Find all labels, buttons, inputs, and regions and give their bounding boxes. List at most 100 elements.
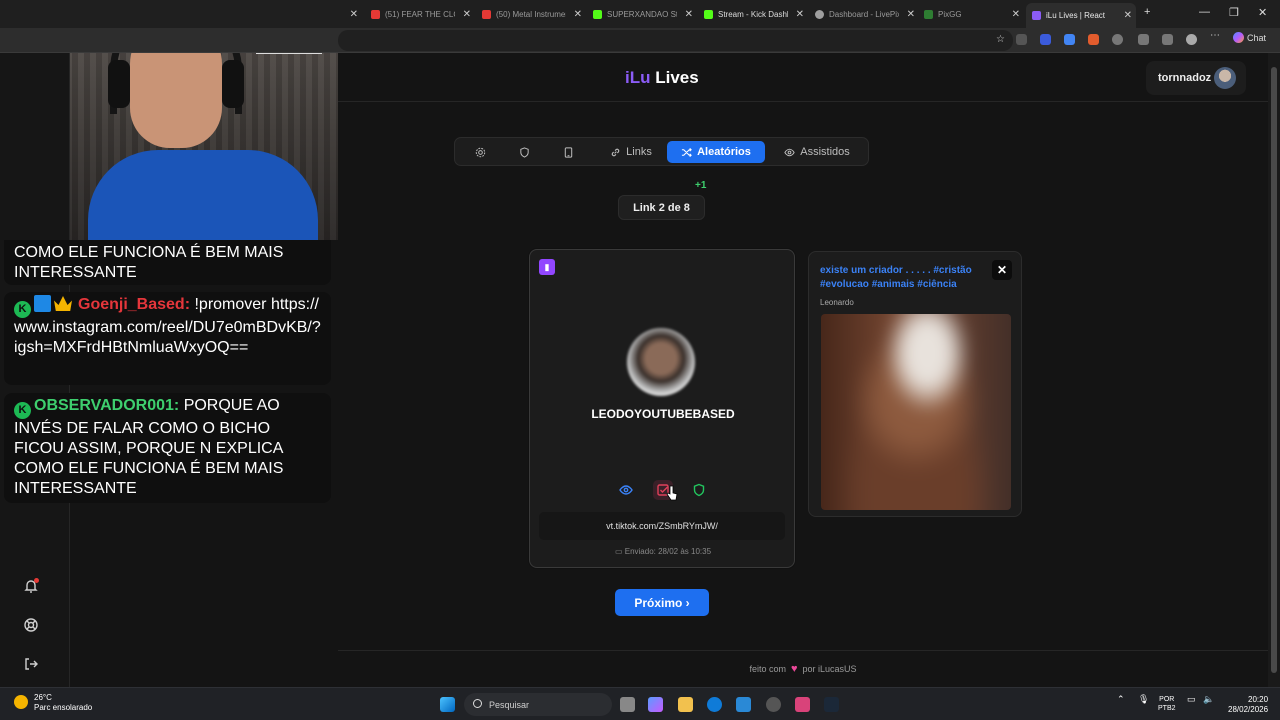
tab-saved[interactable] [555, 141, 581, 163]
support-icon[interactable] [23, 617, 39, 633]
video-preview: existe um criador . . . . . #cristão #ev… [808, 251, 1022, 517]
gear-icon [475, 147, 485, 157]
tab-moderation[interactable] [511, 141, 537, 163]
plus-one-badge: +1 [695, 180, 707, 191]
kick-badge-icon: K [14, 402, 31, 419]
audio-icon[interactable] [1088, 34, 1099, 45]
language-indicator[interactable]: POR PTB2 [1158, 695, 1176, 713]
preview-thumbnail[interactable] [821, 314, 1011, 510]
browser-tab[interactable]: PixGG ✕ [918, 4, 1024, 24]
sun-icon [14, 695, 28, 709]
kick-badge-icon: K [14, 301, 31, 318]
restore-icon[interactable]: ❐ [1229, 6, 1239, 19]
address-bar[interactable]: ☆ [338, 30, 1013, 51]
close-preview-button[interactable]: ✕ [992, 260, 1012, 280]
browser-tab[interactable]: (51) FEAR THE CLOWN✕ [365, 4, 475, 24]
new-tab-icon[interactable]: + [1144, 6, 1150, 18]
app-logo[interactable]: iLu Lives [625, 68, 699, 88]
link-card: ▮ LEODOYOUTUBEBASED vt.tiktok.com/ZSmbRY… [529, 249, 795, 568]
mic-icon[interactable]: 🎙 [1138, 695, 1149, 704]
chat-username: Goenji_Based: [78, 296, 191, 313]
download-icon[interactable] [1162, 34, 1173, 45]
steam-icon[interactable] [824, 697, 839, 712]
favorites-icon[interactable] [1138, 34, 1149, 45]
bitwarden-icon[interactable] [1040, 34, 1051, 45]
avatar [627, 328, 695, 396]
copilot-chat-button[interactable]: Chat [1233, 32, 1266, 43]
avatar [1214, 67, 1236, 89]
shield-icon [693, 483, 705, 497]
preview-title[interactable]: existe um criador . . . . . #cristão #ev… [820, 264, 988, 292]
copilot-icon [1233, 32, 1244, 43]
tab-assistidos[interactable]: Assistidos [773, 141, 861, 163]
browser-tab-bar: ✕ (51) FEAR THE CLOWN✕ (50) Metal Instru… [0, 0, 1280, 28]
translate-icon[interactable] [1064, 34, 1075, 45]
eye-icon [619, 485, 633, 495]
close-window-icon[interactable]: ✕ [1258, 6, 1267, 19]
photos-icon[interactable] [736, 697, 751, 712]
shield-icon [519, 146, 529, 158]
view-button[interactable] [616, 480, 636, 500]
twitch-icon: ▮ [539, 259, 555, 275]
network-icon[interactable]: ▭ [1187, 695, 1196, 704]
next-button[interactable]: Próximo › [615, 589, 709, 616]
browser-tab-active[interactable]: iLu Lives | React ✕ [1026, 3, 1136, 28]
weather-widget[interactable]: 26°C Parc ensolarado [14, 693, 92, 713]
link-icon [611, 148, 620, 156]
more-icon[interactable]: ⋯ [1210, 30, 1221, 41]
link-url[interactable]: vt.tiktok.com/ZSmbRYmJW/ [539, 512, 785, 540]
user-menu[interactable]: tornnadoz [1146, 61, 1246, 95]
profile-icon[interactable] [1186, 34, 1197, 45]
sub-badge-icon [34, 295, 51, 312]
logout-icon[interactable] [23, 656, 39, 672]
search-box[interactable]: Pesquisar [464, 693, 612, 716]
favorite-star-icon[interactable]: ☆ [996, 34, 1005, 45]
tab-aleatorios[interactable]: Aleatórios [667, 141, 765, 163]
browser-tab[interactable]: ✕ [338, 4, 362, 24]
tab-settings[interactable] [467, 141, 493, 163]
chat-message: K OBSERVADOR001: PORQUE AO INVÉS DE FALAR… [4, 393, 331, 503]
tablet-icon [564, 146, 572, 158]
footer: feito com ♥ por iLucasUS [338, 650, 1268, 687]
browser-tab[interactable]: Stream - Kick Dashboard✕ [698, 4, 808, 24]
clock[interactable]: 20:20 28/02/2026 [1228, 695, 1268, 715]
scrollbar[interactable] [1268, 53, 1280, 687]
app-icon[interactable] [795, 697, 810, 712]
minimize-icon[interactable]: — [1199, 6, 1210, 18]
card-actions [616, 480, 712, 500]
nav-tabs: Links Aleatórios Assistidos [454, 137, 869, 166]
windows-taskbar: 26°C Parc ensolarado Pesquisar ⌃ 🎙 POR PT… [0, 687, 1280, 720]
app-header: iLu Lives tornnadoz [338, 53, 1268, 102]
volume-icon[interactable]: 🔈 [1203, 695, 1214, 704]
start-icon[interactable] [440, 697, 455, 712]
search-icon [473, 699, 482, 708]
chat-message-text: COMO ELE FUNCIONA É BEM MAIS INTERESSANT… [14, 244, 284, 281]
chat-username: OBSERVADOR001: [34, 397, 180, 414]
browser-tab[interactable]: SUPERXANDAO Studio✕ [587, 4, 697, 24]
bell-icon[interactable] [23, 578, 39, 594]
link-counter: Link 2 de 8 [618, 195, 705, 220]
task-view-icon[interactable] [620, 697, 635, 712]
submitter-username: LEODOYOUTUBEBASED [591, 407, 735, 421]
heart-icon: ♥ [790, 663, 798, 675]
tab-links[interactable]: Links [599, 141, 663, 163]
edge-icon[interactable] [707, 697, 722, 712]
copilot-icon[interactable] [648, 697, 663, 712]
file-explorer-icon[interactable] [678, 697, 693, 712]
obs-icon[interactable] [766, 697, 781, 712]
browser-tab[interactable]: (50) Metal Instrumental✕ [476, 4, 586, 24]
refresh-extension-icon[interactable] [1112, 34, 1123, 45]
preview-author: Leonardo [820, 298, 854, 307]
chat-message: K Goenji_Based: !promover https://www.ins… [4, 292, 331, 385]
extension-icon[interactable] [1016, 34, 1027, 45]
tray-chevron-icon[interactable]: ⌃ [1117, 695, 1125, 704]
cursor-hand-icon [666, 485, 678, 501]
browser-tab[interactable]: Dashboard - LivePix ✕ [809, 4, 919, 24]
shuffle-icon [682, 147, 692, 157]
username-label: tornnadoz [1158, 72, 1212, 84]
crown-icon [54, 296, 72, 311]
chat-message: COMO ELE FUNCIONA É BEM MAIS INTERESSANT… [4, 240, 331, 285]
browser-toolbar: ☆ ⋯ Chat [0, 28, 1280, 53]
eye-icon [784, 148, 795, 156]
moderate-button[interactable] [689, 480, 709, 500]
